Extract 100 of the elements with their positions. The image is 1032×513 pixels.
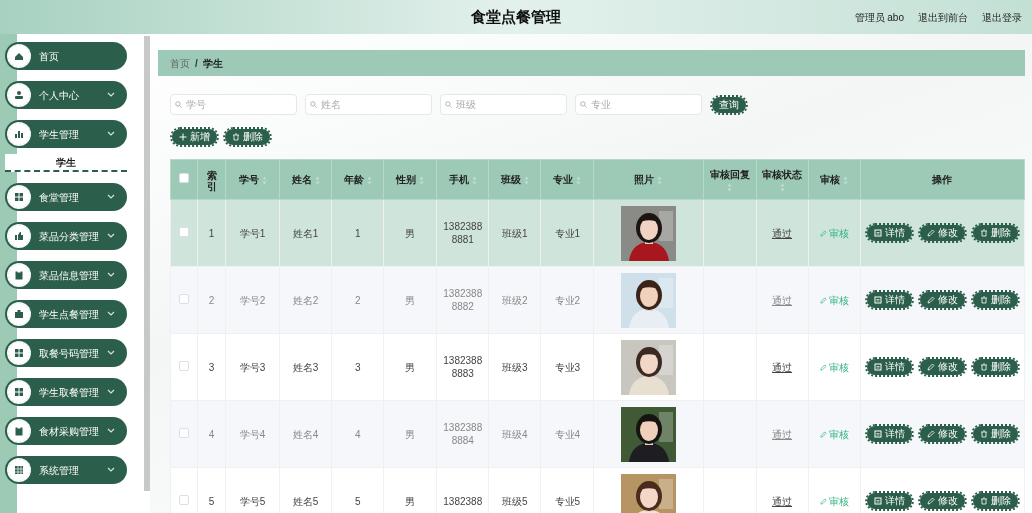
sidebar-item-label: 系统管理 [39,463,79,478]
chevron-down-icon [107,194,115,200]
sidebar-item[interactable]: 首页 [5,42,127,70]
checkbox[interactable] [179,173,189,183]
sort-icon[interactable] [314,175,320,185]
sort-icon[interactable] [727,183,733,192]
table-row[interactable]: 1 学号1 姓名1 1 男 13823888881 班级1 专业1 通过 审核 详情 修改 删除 [170,199,1025,267]
column-header[interactable]: 审核回复 [709,167,750,182]
column-header[interactable]: 手机 [448,172,469,187]
sort-icon[interactable] [471,175,477,185]
sidebar-item[interactable]: 个人中心 [5,81,127,109]
table-cell: 男 [383,333,437,401]
details-button[interactable]: 详情 [864,290,914,310]
table-row[interactable]: 4 学号4 姓名4 4 男 13823888884 班级4 专业4 通过 审核 详情 修改 删除 [170,400,1025,468]
table-cell: 班级3 [488,333,541,401]
sidebar-item[interactable]: 学生管理 [5,120,127,148]
edit-button[interactable]: 修改 [917,223,967,243]
sort-icon[interactable] [576,175,582,185]
user-menu-link[interactable]: 管理员 abo [854,9,904,25]
checkbox[interactable] [179,360,189,371]
column-header[interactable]: 性别 [396,172,417,187]
sidebar-item[interactable]: 食堂管理 [5,183,127,211]
pencil-icon [819,430,827,438]
chevron-down-icon [107,92,115,98]
sidebar-item[interactable]: 菜品信息管理 [5,261,127,289]
column-header[interactable]: 学号 [238,172,259,187]
submenu-item[interactable]: 学生 [5,154,127,172]
checkbox[interactable] [179,293,189,304]
checkbox[interactable] [179,494,189,505]
details-button[interactable]: 详情 [864,357,914,377]
search-field[interactable]: 专业 [575,94,702,115]
add-button[interactable]: 新增 [170,127,219,147]
table-cell-text: 13823888884 [442,421,484,447]
details-button[interactable]: 详情 [864,491,914,511]
details-button[interactable]: 详情 [864,223,914,243]
table-cell: 学号2 [225,266,280,334]
pencil-icon [926,497,935,505]
header-link[interactable]: 退出到前台 [918,9,968,25]
delete-button[interactable]: 删除 [970,491,1020,511]
trash-icon [979,363,988,371]
search-button[interactable]: 查询 [710,94,748,115]
column-header: 操作 [932,173,953,187]
search-field[interactable]: 学号 [170,94,297,115]
table-cell: 专业1 [540,199,594,267]
sidebar-item[interactable]: 学生点餐管理 [5,300,127,328]
table-cell: 2 [331,266,384,334]
edit-button[interactable]: 修改 [917,424,967,444]
table-cell: 学号4 [225,400,280,468]
breadcrumb-separator: / [195,56,198,71]
sidebar-item[interactable]: 菜品分类管理 [5,222,127,250]
briefcase-icon [13,308,25,320]
table-cell: 专业3 [540,333,594,401]
column-header[interactable]: 照片 [634,172,655,187]
edit-button[interactable]: 修改 [917,491,967,511]
column-header[interactable]: 班级 [500,172,521,187]
checkbox[interactable] [179,226,189,237]
search-field[interactable]: 班级 [440,94,567,115]
edit-button[interactable]: 修改 [917,357,967,377]
sort-icon[interactable] [523,175,529,185]
sidebar-item-label: 学生管理 [39,127,79,142]
sidebar-item[interactable]: 系统管理 [5,456,127,484]
pencil-icon [819,296,827,304]
table-row[interactable]: 3 学号3 姓名3 3 男 13823888883 班级3 专业3 通过 审核 详情 修改 删除 [170,333,1025,401]
column-header[interactable]: 专业 [553,172,574,187]
delete-button[interactable]: 删除 [970,424,1020,444]
table-cell: 姓名3 [279,333,332,401]
search-field[interactable]: 姓名 [305,94,432,115]
plus-icon [179,133,187,141]
sidebar-item[interactable]: 食材采购管理 [5,417,127,445]
trash-icon [979,497,988,505]
clipboard-icon [13,425,25,437]
sort-icon[interactable] [261,175,267,185]
details-button[interactable]: 详情 [864,424,914,444]
delete-button[interactable]: 删除 [970,290,1020,310]
trash-icon [979,296,988,304]
delete-button[interactable]: 删除 [223,127,272,147]
table-icon [13,464,25,476]
scrollbar[interactable] [144,36,150,491]
table-row[interactable]: 5 学号5 姓名5 5 男 1382388 班级5 专业5 通过 审核 详情 修改 删除 [170,467,1025,513]
checkbox[interactable] [179,427,189,438]
chevron-down-icon [107,272,115,278]
table-cell: 通过 [772,294,793,306]
column-header[interactable]: 姓名 [291,172,312,187]
delete-button[interactable]: 删除 [970,223,1020,243]
table-row[interactable]: 2 学号2 姓名2 2 男 13823888882 班级2 专业2 通过 审核 详情 修改 删除 [170,266,1025,334]
column-header[interactable]: 年龄 [343,172,364,187]
edit-button[interactable]: 修改 [917,290,967,310]
table-cell: 班级4 [488,400,541,468]
column-header[interactable]: 审核 [820,172,841,187]
search-icon [175,101,182,108]
sort-icon[interactable] [419,175,425,185]
header-link[interactable]: 退出登录 [982,9,1022,25]
delete-button[interactable]: 删除 [970,357,1020,377]
sort-icon[interactable] [657,175,663,185]
sidebar-item[interactable]: 取餐号码管理 [5,339,127,367]
sort-icon[interactable] [843,175,849,185]
sort-icon[interactable] [779,183,785,192]
column-header[interactable]: 审核状态 [762,167,803,182]
sidebar-item[interactable]: 学生取餐管理 [5,378,127,406]
sort-icon[interactable] [366,175,372,185]
